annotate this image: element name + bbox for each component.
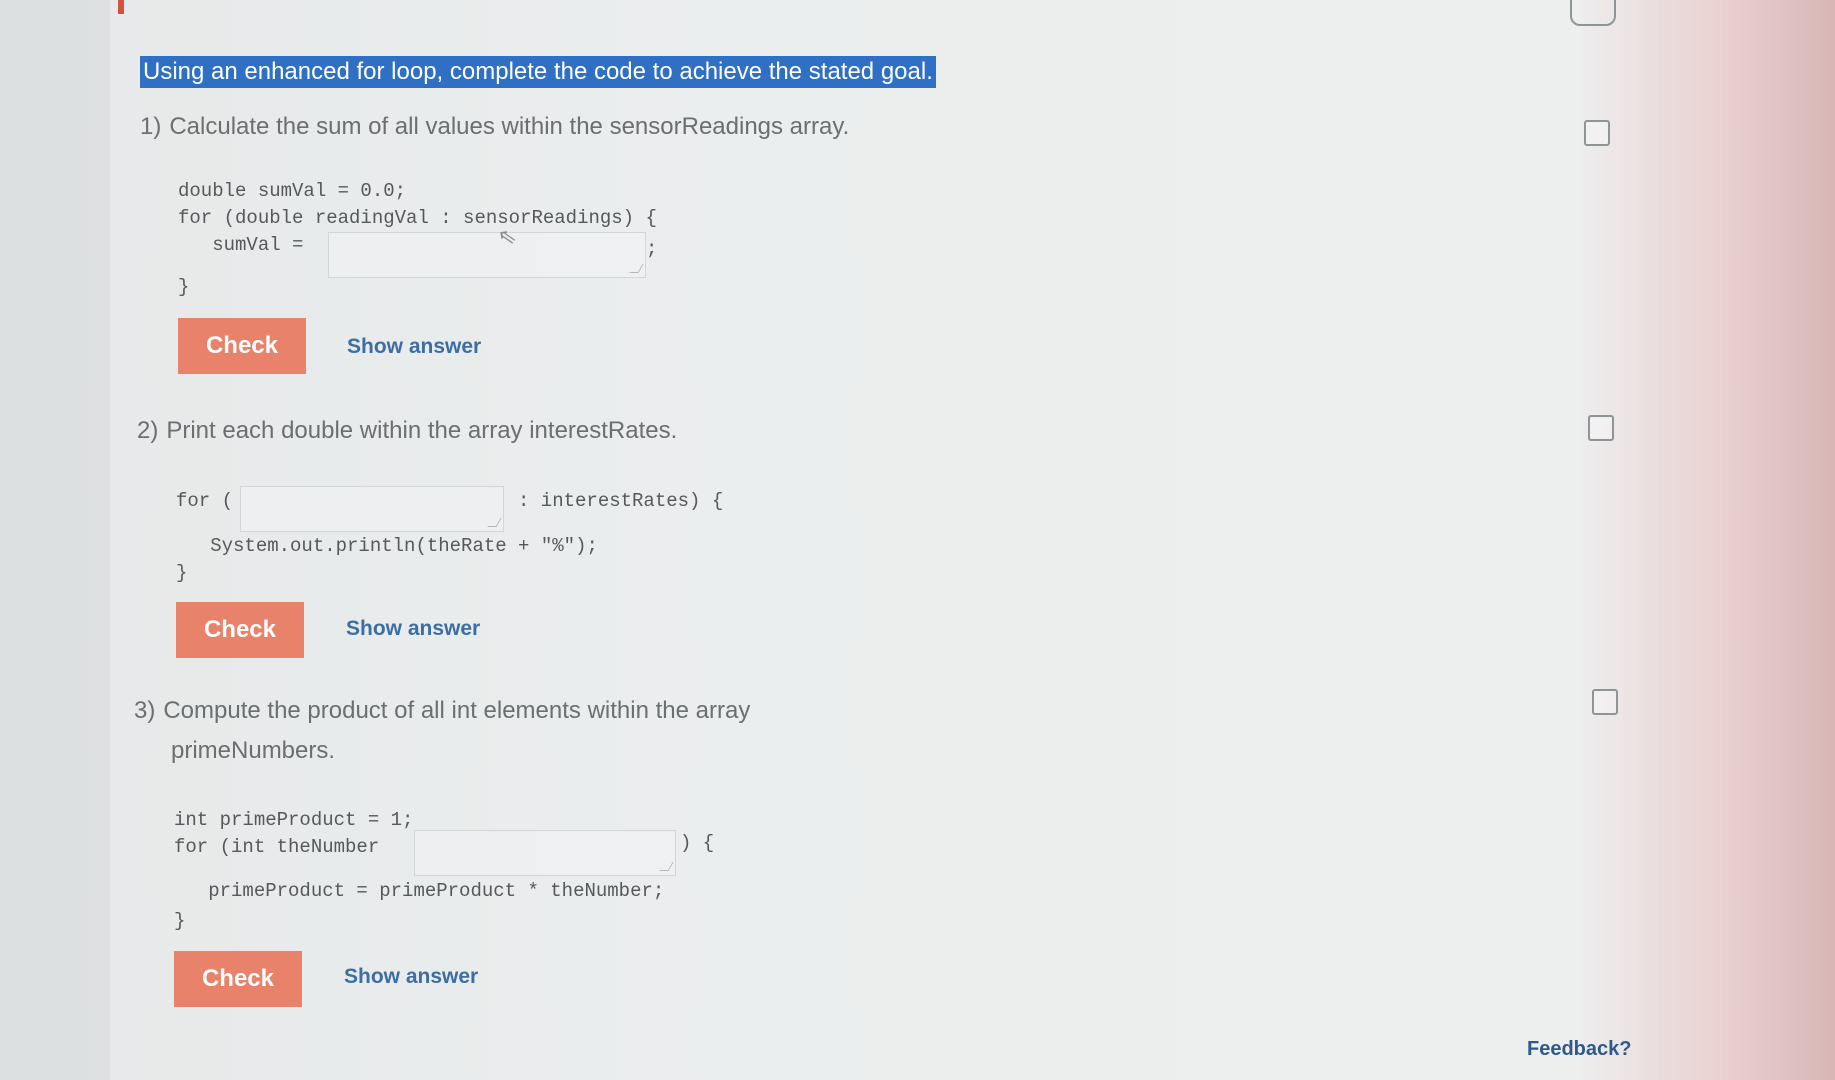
question-2-number: 2) bbox=[137, 417, 159, 444]
q3-answer-input[interactable] bbox=[414, 830, 676, 876]
page: Using an enhanced for loop, complete the… bbox=[0, 0, 1835, 1080]
q3-code-line-2-pre: for (int theNumber bbox=[174, 836, 380, 858]
q3-code-line-2-post: ) { bbox=[680, 832, 715, 854]
question-3-text-line-1: Compute the product of all int elements … bbox=[163, 697, 751, 724]
question-1-checkbox[interactable] bbox=[1584, 120, 1610, 146]
q1-code-line-2: for (double readingVal : sensorReadings)… bbox=[178, 207, 657, 229]
completion-checkbox-top[interactable] bbox=[1570, 0, 1616, 26]
q1-code-semicolon: ; bbox=[646, 238, 658, 260]
screen-glare bbox=[1575, 0, 1835, 1080]
question-3-checkbox[interactable] bbox=[1592, 689, 1618, 715]
q1-check-button[interactable]: Check bbox=[178, 318, 306, 374]
q3-check-button[interactable]: Check bbox=[174, 951, 302, 1007]
q3-code-line-3: primeProduct = primeProduct * theNumber; bbox=[174, 880, 665, 902]
q1-show-answer-link[interactable]: Show answer bbox=[347, 335, 481, 359]
question-2-checkbox[interactable] bbox=[1588, 415, 1614, 441]
q2-code-line-1-pre: for ( bbox=[176, 490, 234, 512]
feedback-link[interactable]: Feedback? bbox=[1527, 1038, 1631, 1061]
q1-code-line-3: sumVal = bbox=[178, 234, 304, 256]
q2-code-close: } bbox=[176, 562, 188, 584]
q3-code-close: } bbox=[174, 910, 186, 932]
question-3-number: 3) bbox=[134, 697, 156, 724]
question-1-text: Calculate the sum of all values within t… bbox=[169, 113, 850, 140]
q2-code-line-2: System.out.println(theRate + "%"); bbox=[176, 535, 598, 557]
q1-code-line-1: double sumVal = 0.0; bbox=[178, 180, 407, 202]
question-2-text: Print each double within the array inter… bbox=[166, 417, 678, 444]
question-3-prompt: 3) Compute the product of all int element… bbox=[134, 692, 750, 730]
question-2-prompt: 2) Print each double within the array int… bbox=[137, 412, 677, 450]
instructions-heading: Using an enhanced for loop, complete the… bbox=[140, 56, 936, 88]
q3-show-answer-link[interactable]: Show answer bbox=[344, 965, 478, 989]
q2-check-button[interactable]: Check bbox=[176, 602, 304, 658]
q1-answer-input[interactable] bbox=[328, 232, 646, 278]
question-1-prompt: 1) Calculate the sum of all values within… bbox=[140, 108, 849, 146]
q3-code-line-1: int primeProduct = 1; bbox=[174, 809, 414, 831]
q2-show-answer-link[interactable]: Show answer bbox=[346, 617, 480, 641]
question-1-number: 1) bbox=[140, 113, 162, 140]
q1-code-close: } bbox=[178, 276, 190, 298]
progress-marker bbox=[118, 0, 124, 14]
q2-answer-input[interactable] bbox=[240, 486, 504, 532]
q2-code-line-1-post: : interestRates) { bbox=[518, 490, 724, 512]
question-3-text-line-2: primeNumbers. bbox=[171, 737, 336, 764]
